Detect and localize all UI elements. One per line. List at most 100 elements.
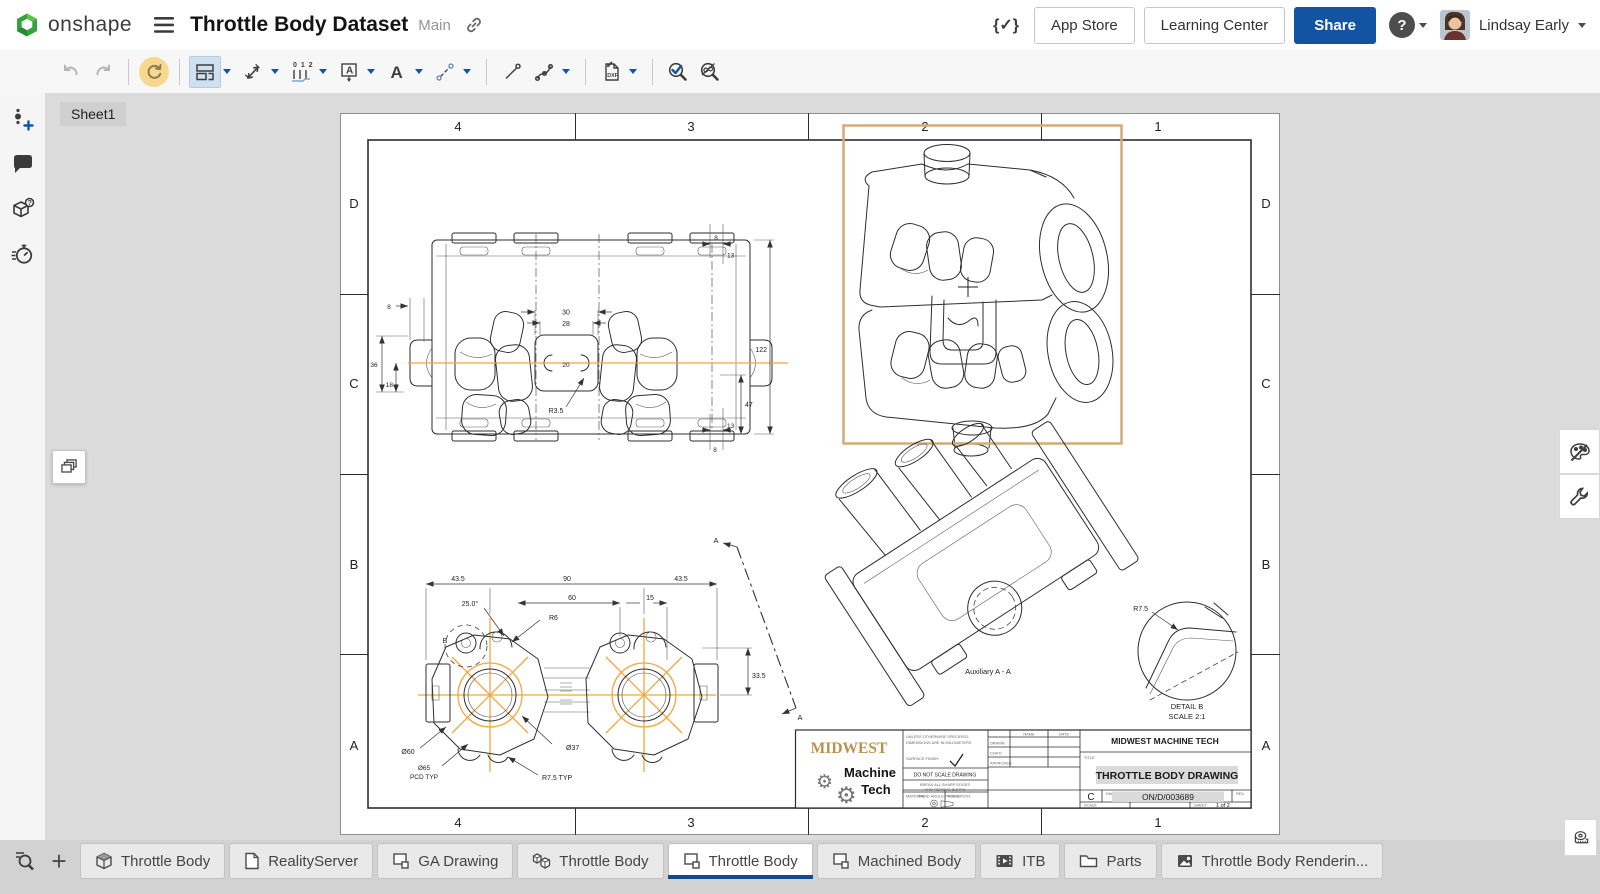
centerline-dropdown[interactable] [463, 69, 471, 74]
line-tool-button[interactable] [496, 56, 528, 88]
dim-label: 13 [727, 253, 735, 260]
sheets-panel-button[interactable] [52, 450, 86, 484]
zone-label: A [350, 738, 359, 753]
menu-icon[interactable] [154, 17, 174, 33]
app-store-button[interactable]: App Store [1034, 7, 1135, 44]
appearance-panel-button[interactable] [1559, 429, 1600, 474]
text-tool-button[interactable]: A [381, 56, 413, 88]
tab-throttle-body-partstudio[interactable]: Throttle Body [80, 843, 225, 879]
section-label: A [713, 536, 718, 545]
measure-button[interactable] [1564, 819, 1597, 856]
note-dropdown[interactable] [367, 69, 375, 74]
svg-text:MIDWEST: MIDWEST [811, 740, 888, 757]
update-views-button[interactable] [138, 56, 170, 88]
document-title[interactable]: Throttle Body Dataset [190, 13, 408, 37]
image-icon [1176, 852, 1194, 870]
dim-label: 30 [562, 310, 570, 317]
tab-throttle-body-assembly[interactable]: Throttle Body [517, 843, 663, 879]
toolbar-separator [585, 59, 586, 85]
dim-label: 18 [386, 382, 394, 389]
dxf-label: DXF [607, 73, 618, 79]
sheet-tab[interactable]: Sheet1 [60, 102, 126, 126]
drawing-sheet[interactable]: 4 3 2 1 4 3 2 1 D C B A D C B A [340, 113, 1280, 835]
tab-parts[interactable]: Parts [1064, 843, 1156, 879]
learning-center-button[interactable]: Learning Center [1144, 7, 1286, 44]
help-menu[interactable]: ? [1389, 12, 1427, 38]
drawing-toolbar: 0 1 2 A A DXF [0, 50, 1600, 93]
ordinate-dropdown[interactable] [319, 69, 327, 74]
tab-itb[interactable]: ITB [980, 843, 1060, 879]
tab-label: Machined Body [858, 853, 961, 870]
spline-dropdown[interactable] [562, 69, 570, 74]
app-header: onshape Throttle Body Dataset Main {✓} A… [0, 0, 1600, 50]
dim-label: 47 [745, 402, 753, 409]
insert-view-dropdown[interactable] [223, 69, 231, 74]
toolbar-separator [486, 59, 487, 85]
sheet-border: 4 3 2 1 4 3 2 1 D C B A D C B A [340, 113, 1280, 835]
centerline-tool-button[interactable] [429, 56, 461, 88]
avatar[interactable] [1440, 10, 1470, 40]
svg-text:DATE: DATE [1059, 732, 1069, 737]
dimension-check-button[interactable] [662, 56, 694, 88]
dimension-tool-button[interactable] [237, 56, 269, 88]
part-inspect-icon[interactable]: ? [8, 194, 38, 224]
note-tool-button[interactable]: A [333, 56, 365, 88]
redo-button[interactable] [87, 56, 119, 88]
drawing-number[interactable]: ON/D/003689 [1142, 792, 1194, 802]
part-studio-icon [95, 852, 113, 870]
help-icon[interactable]: ? [1389, 12, 1415, 38]
tab-ga-drawing[interactable]: GA Drawing [377, 843, 513, 879]
tab-label: RealityServer [268, 853, 358, 870]
share-button[interactable]: Share [1294, 7, 1376, 44]
dxf-export-button[interactable]: DXF [595, 56, 627, 88]
versions-icon[interactable] [8, 104, 38, 134]
tab-search-icon[interactable] [6, 843, 42, 879]
add-tab-button[interactable]: + [42, 843, 76, 879]
user-name[interactable]: Lindsay Early [1479, 17, 1569, 34]
scale-label: SCALE [1084, 803, 1097, 808]
dim-label: 8 [714, 235, 718, 242]
undo-button[interactable] [55, 56, 87, 88]
dxf-dropdown[interactable] [629, 69, 637, 74]
aux-view-label: Auxiliary A - A [965, 667, 1011, 676]
dim-label: Ø60 [401, 749, 414, 756]
toolbar-separator [128, 59, 129, 85]
properties-panel-button[interactable] [1559, 474, 1600, 519]
drawing-title[interactable]: THROTTLE BODY DRAWING [1096, 770, 1239, 782]
zone-label: 4 [454, 119, 461, 134]
tab-throttle-body-drawing-active[interactable]: Throttle Body [668, 843, 813, 879]
dim-label: 43.5 [451, 576, 465, 583]
drawing-icon [683, 852, 701, 870]
tab-label: Parts [1106, 853, 1141, 870]
dimension-dropdown[interactable] [271, 69, 279, 74]
insert-view-button[interactable] [189, 56, 221, 88]
tab-label: GA Drawing [418, 853, 498, 870]
svg-text:DO NOT SCALE DRAWING: DO NOT SCALE DRAWING [914, 773, 977, 779]
tab-label: Throttle Body [121, 853, 210, 870]
hide-dimensions-button[interactable] [694, 56, 726, 88]
share-link-icon[interactable] [465, 16, 483, 34]
workspace-label[interactable]: Main [418, 17, 451, 34]
spline-tool-button[interactable] [528, 56, 560, 88]
video-icon [995, 852, 1014, 870]
tab-machined-body[interactable]: Machined Body [817, 843, 976, 879]
drawing-canvas[interactable]: Sheet1 4 3 2 1 4 3 2 1 D [45, 93, 1600, 840]
feature-script-icon[interactable]: {✓} [993, 15, 1019, 35]
text-dropdown[interactable] [415, 69, 423, 74]
comment-icon[interactable] [8, 149, 38, 179]
svg-text:FINISH: FINISH [948, 794, 961, 799]
dim-label: 90 [563, 576, 571, 583]
dim-label: 8 [387, 304, 391, 311]
folder-icon [1079, 852, 1098, 870]
svg-text:Tech: Tech [861, 782, 890, 797]
tab-throttle-body-rendering[interactable]: Throttle Body Renderin... [1161, 843, 1384, 879]
tab-realityserver[interactable]: RealityServer [229, 843, 373, 879]
timer-icon[interactable] [8, 239, 38, 269]
onshape-logo[interactable]: onshape [14, 12, 132, 38]
dim-label: R7.5 TYP [542, 775, 573, 782]
title-label: TITLE [1084, 755, 1095, 760]
title-block[interactable]: MIDWEST ⚙ ⚙ Machine Tech UNLESS OTHERWIS… [796, 730, 1252, 809]
ordinate-dimension-button[interactable]: 0 1 2 [285, 56, 317, 88]
user-chevron-down-icon[interactable] [1578, 23, 1586, 28]
tab-label: ITB [1022, 853, 1045, 870]
